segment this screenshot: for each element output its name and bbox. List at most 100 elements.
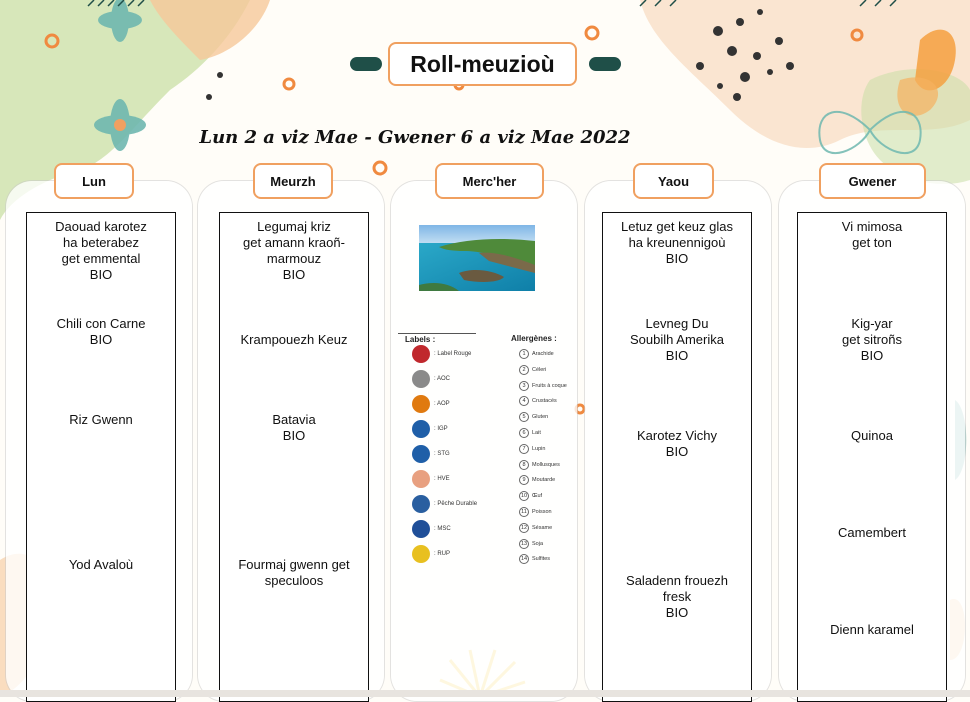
label-rouge-icon: [412, 345, 430, 363]
dish-side: Batavia BIO: [272, 412, 316, 443]
dish-side: Karotez Vichy BIO: [637, 428, 717, 459]
menu-box-meurzh: Legumaj kriz get amann kraoñ-marmouz BIO K…: [219, 212, 369, 702]
allergen-number: 1: [519, 349, 529, 359]
label-entry: : Label Rouge: [412, 345, 471, 363]
title-right-bar: [589, 57, 621, 71]
title-left-bar: [350, 57, 382, 71]
allergen-number: 9: [519, 475, 529, 486]
allergen-entry: 12 Sésame: [519, 522, 552, 534]
allergen-entry: 9 Moutarde: [519, 474, 555, 486]
menu-box-lun: Daouad karotez ha beterabez get emmental BI…: [26, 212, 176, 702]
label-name: : Label Rouge: [434, 351, 472, 357]
allergen-number: 5: [519, 412, 529, 423]
bottom-edge: [0, 690, 970, 697]
page-title: Roll-meuzioù: [388, 42, 577, 86]
day-header-mercher: Merc'her: [435, 163, 544, 199]
label-name: : AOC: [434, 376, 451, 382]
allergen-name: Œuf: [532, 493, 543, 500]
allergen-number: 10: [519, 491, 529, 502]
allergen-name: Gluten: [532, 414, 549, 421]
allergen-name: Sulfites: [532, 556, 551, 563]
allergens-heading: Allergènes :: [511, 334, 557, 343]
allergen-entry: 10 Œuf: [519, 490, 542, 502]
allergen-number: 8: [519, 459, 529, 470]
labels-divider: [398, 333, 476, 334]
allergen-number: 3: [519, 380, 529, 391]
allergen-number: 2: [519, 364, 529, 375]
label-name: : STG: [434, 451, 450, 457]
allergen-number: 11: [519, 507, 529, 517]
day-header-gwener: Gwener: [819, 163, 926, 199]
label-entry: : AOP: [412, 395, 450, 413]
date-range: Lun 2 a viz Mae - Gwener 6 a viz Mae 202…: [199, 127, 631, 148]
allergen-name: Arachide: [532, 351, 554, 357]
allergen-entry: 6 Lait: [519, 427, 541, 439]
label-name: : HVE: [434, 476, 450, 482]
label-name: : IGP: [434, 426, 448, 432]
allergen-entry: 3 Fruits à coque: [519, 380, 567, 392]
allergen-entry: 2 Céleri: [519, 364, 546, 376]
allergen-name: Céleri: [532, 366, 547, 373]
allergen-name: Fruits à coque: [532, 382, 567, 389]
dish-starter: Daouad karotez ha beterabez get emmental BI…: [55, 219, 147, 282]
label-name: : Pêche Durable: [434, 501, 478, 507]
labels-heading: Labels :: [405, 335, 436, 344]
day-header-meurzh: Meurzh: [253, 163, 333, 199]
label-entry: : STG: [412, 445, 450, 463]
allergen-number: 12: [519, 522, 529, 533]
dish-starter: Legumaj kriz get amann kraoñ-marmouz BIO: [243, 219, 345, 282]
allergen-entry: 4 Crustacés: [519, 395, 557, 407]
label-entry: : HVE: [412, 470, 450, 488]
dish-side: Riz Gwenn: [69, 412, 133, 427]
dish-main: Krampouezh Keuz: [240, 332, 348, 347]
label-entry: : IGP: [412, 420, 448, 438]
allergen-entry: 13 Soja: [519, 538, 543, 550]
label-entry: : Pêche Durable: [412, 495, 477, 513]
dish-side: Quinoa: [851, 428, 893, 443]
allergen-entry: 8 Mollusques: [519, 459, 560, 471]
dish-dessert: Saladenn frouezh fresk BIO: [626, 573, 728, 620]
label-entry: : AOC: [412, 370, 450, 388]
aoc-icon: [412, 370, 430, 388]
label-name: : AOP: [434, 401, 450, 407]
allergen-number: 14: [519, 554, 529, 565]
allergen-number: 6: [519, 428, 529, 438]
allergen-name: Moutarde: [532, 477, 556, 484]
rup-icon: [412, 545, 430, 563]
dish-dessert: Yod Avaloù: [68, 557, 134, 572]
stg-icon: [412, 445, 430, 463]
igp-icon: [412, 420, 430, 438]
peche-durable-icon: [412, 495, 430, 513]
allergen-name: Soja: [532, 540, 544, 547]
label-entry: : RUP: [412, 545, 450, 563]
hve-icon: [412, 470, 430, 488]
allergen-name: Mollusques: [532, 461, 560, 468]
allergen-number: 7: [519, 443, 529, 454]
label-name: : RUP: [434, 551, 451, 557]
label-name: : MSC: [434, 526, 451, 532]
allergen-entry: 5 Gluten: [519, 411, 548, 423]
dish-starter: Letuz get keuz glas ha kreunennigoù BIO: [620, 219, 734, 266]
day-header-yaou: Yaou: [633, 163, 714, 199]
allergen-entry: 7 Lupin: [519, 443, 545, 455]
allergen-number: 13: [519, 538, 529, 549]
allergen-name: Sésame: [532, 524, 553, 531]
allergen-entry: 11 Poisson: [519, 506, 552, 518]
coast-landscape-image: [419, 225, 535, 291]
dish-dessert: Dienn karamel: [830, 622, 914, 637]
dish-main: Chili con Carne BIO: [56, 316, 146, 347]
allergen-entry: 1 Arachide: [519, 348, 554, 360]
msc-icon: [412, 520, 430, 538]
label-entry: : MSC: [412, 520, 451, 538]
allergen-entry: 14 Sulfites: [519, 553, 550, 565]
allergen-name: Crustacés: [532, 398, 557, 405]
day-header-lun: Lun: [54, 163, 134, 199]
allergen-name: Poisson: [532, 509, 552, 515]
dish-dessert: Fourmaj gwenn get speculoos: [238, 557, 350, 588]
dish-main: Levneg Du Soubilh Amerika BIO: [630, 316, 724, 363]
menu-box-gwener: Vi mimosa get ton Kig-yar get sitroñs BIO Q…: [797, 212, 947, 702]
dish-main: Kig-yar get sitroñs BIO: [842, 316, 902, 363]
dish-cheese: Camembert: [838, 525, 906, 540]
allergen-number: 4: [519, 396, 529, 407]
allergen-name: Lupin: [532, 445, 546, 452]
